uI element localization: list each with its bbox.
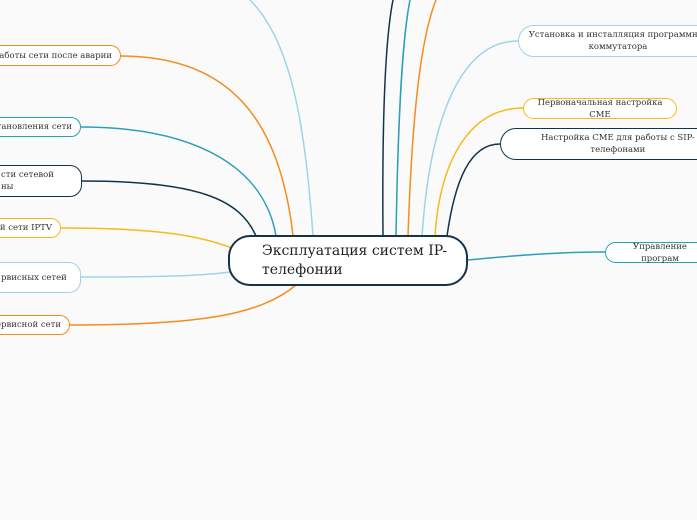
left-node-6[interactable]: сервисной сети (0, 315, 70, 335)
node-label: сти сетевой ны (1, 170, 54, 192)
link-left-6 (69, 284, 297, 326)
node-label: Установка и инсталляция программног комм… (528, 30, 697, 52)
link-left-3 (81, 180, 257, 237)
central-topic-label: Эксплуатация систем IP- телефонии (262, 242, 448, 278)
left-node-3[interactable]: сти сетевой ны (0, 165, 82, 197)
node-label: е работы сети после аварии (0, 50, 112, 61)
node-label: рвисных сетей (1, 272, 67, 283)
node-label: й сети IPTV (0, 223, 52, 233)
link-right-2 (434, 107, 524, 237)
left-node-1[interactable]: е работы сети после аварии (0, 45, 121, 66)
node-label: становления сети (0, 122, 72, 132)
link-top-teal (395, 0, 411, 237)
right-node-2[interactable]: Первоначальная настройка CME (523, 97, 677, 120)
central-topic[interactable]: Эксплуатация систем IP- телефонии (228, 235, 468, 286)
link-right-4 (467, 251, 606, 261)
right-node-4[interactable]: Управление програм (605, 241, 697, 264)
link-left-4 (60, 227, 233, 249)
node-label: сервисной сети (0, 320, 61, 330)
node-label: Управление програм (633, 241, 687, 264)
left-node-4[interactable]: й сети IPTV (0, 218, 61, 238)
left-node-5[interactable]: рвисных сетей (0, 262, 81, 293)
link-left-5 (80, 271, 231, 278)
link-top-dark (382, 0, 394, 237)
link-top-orange (407, 0, 437, 237)
node-label: Первоначальная настройка CME (537, 97, 663, 120)
link-top-lightblue (249, 0, 314, 237)
right-node-1[interactable]: Установка и инсталляция программног комм… (518, 25, 697, 57)
node-label: Настройка CME для работы с SIP- телефона… (541, 133, 695, 155)
right-node-3[interactable]: Настройка CME для работы с SIP- телефона… (500, 128, 697, 160)
left-node-2[interactable]: становления сети (0, 117, 81, 137)
link-right-3 (446, 143, 501, 237)
